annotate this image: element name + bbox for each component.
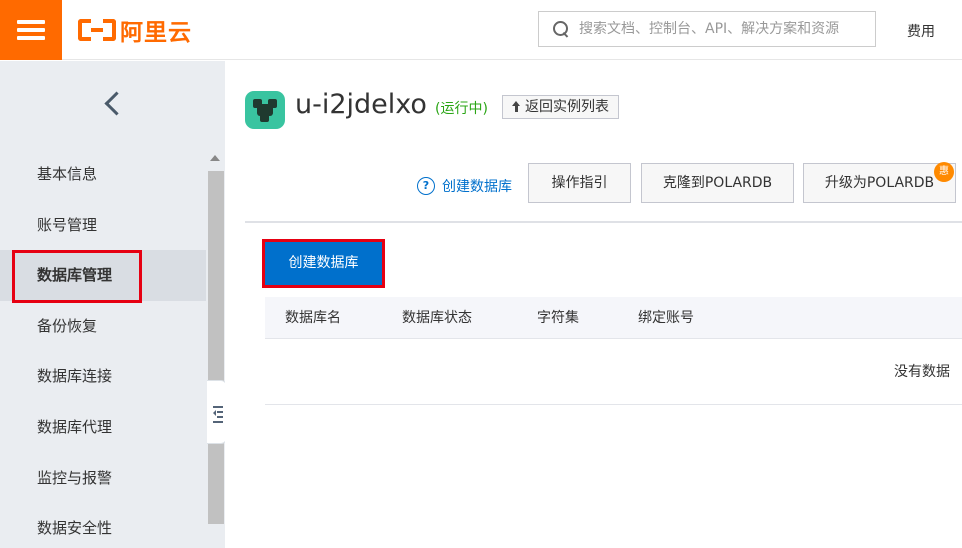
table-empty-row: 没有数据 xyxy=(265,339,962,405)
rds-instance-icon xyxy=(245,91,285,129)
column-header-charset[interactable]: 字符集 xyxy=(537,297,579,339)
sidebar-item-monitoring[interactable]: 监控与报警 xyxy=(0,453,206,504)
search-box[interactable] xyxy=(538,11,876,47)
table-header: 数据库名 数据库状态 字符集 绑定账号 xyxy=(265,297,962,339)
sidebar-item-proxy[interactable]: 数据库代理 xyxy=(0,402,206,453)
collapse-sidebar-icon[interactable] xyxy=(207,380,227,444)
back-to-list-button[interactable]: 返回实例列表 xyxy=(502,95,619,119)
sidebar-item-basic-info[interactable]: 基本信息 xyxy=(0,149,206,200)
sidebar-nav: 基本信息 账号管理 数据库管理 备份恢复 数据库连接 数据库代理 监控与报警 数… xyxy=(0,149,206,548)
instance-status: (运行中) xyxy=(435,101,488,117)
sidebar-item-security[interactable]: 数据安全性 xyxy=(0,503,206,548)
instance-name: u-i2jdelxo xyxy=(295,89,427,120)
help-icon: ? xyxy=(417,177,435,195)
promo-badge: 惠 xyxy=(934,162,954,182)
sidebar-item-accounts[interactable]: 账号管理 xyxy=(0,200,206,251)
sidebar: 基本信息 账号管理 数据库管理 备份恢复 数据库连接 数据库代理 监控与报警 数… xyxy=(0,61,225,548)
main-content: u-i2jdelxo (运行中) 返回实例列表 ? 创建数据库 操作指引 克隆到… xyxy=(225,61,962,548)
sidebar-item-connection[interactable]: 数据库连接 xyxy=(0,351,206,402)
empty-state-text: 没有数据 xyxy=(894,364,950,380)
scroll-thumb[interactable] xyxy=(208,171,224,524)
scroll-up-arrow-icon[interactable] xyxy=(210,155,220,161)
top-bar: 阿里云 费用 xyxy=(0,0,962,60)
column-header-bound-account[interactable]: 绑定账号 xyxy=(638,297,694,339)
search-icon xyxy=(553,21,569,37)
create-database-button[interactable]: 创建数据库 xyxy=(265,242,382,285)
search-input[interactable] xyxy=(579,21,875,37)
column-header-db-status[interactable]: 数据库状态 xyxy=(402,297,472,339)
sidebar-item-databases[interactable]: 数据库管理 xyxy=(0,250,206,303)
arrow-up-icon xyxy=(512,101,521,113)
divider xyxy=(245,221,962,223)
chevron-left-icon[interactable] xyxy=(100,91,126,117)
aliyun-logo-icon xyxy=(78,19,116,41)
back-to-list-label: 返回实例列表 xyxy=(525,99,609,115)
logo-text: 阿里云 xyxy=(120,20,192,46)
fee-link[interactable]: 费用 xyxy=(907,21,935,41)
upgrade-to-polardb-button[interactable]: 升级为POLARDB xyxy=(803,163,956,203)
help-link-text: 创建数据库 xyxy=(442,179,512,195)
column-header-db-name[interactable]: 数据库名 xyxy=(285,297,341,339)
sidebar-item-backup[interactable]: 备份恢复 xyxy=(0,301,206,352)
operation-guide-button[interactable]: 操作指引 xyxy=(528,163,631,203)
clone-to-polardb-button[interactable]: 克隆到POLARDB xyxy=(641,163,794,203)
create-database-help-link[interactable]: ? 创建数据库 xyxy=(417,176,512,196)
aliyun-logo[interactable]: 阿里云 xyxy=(78,14,192,46)
sidebar-scrollbar[interactable] xyxy=(206,149,225,548)
menu-icon[interactable] xyxy=(0,0,62,60)
